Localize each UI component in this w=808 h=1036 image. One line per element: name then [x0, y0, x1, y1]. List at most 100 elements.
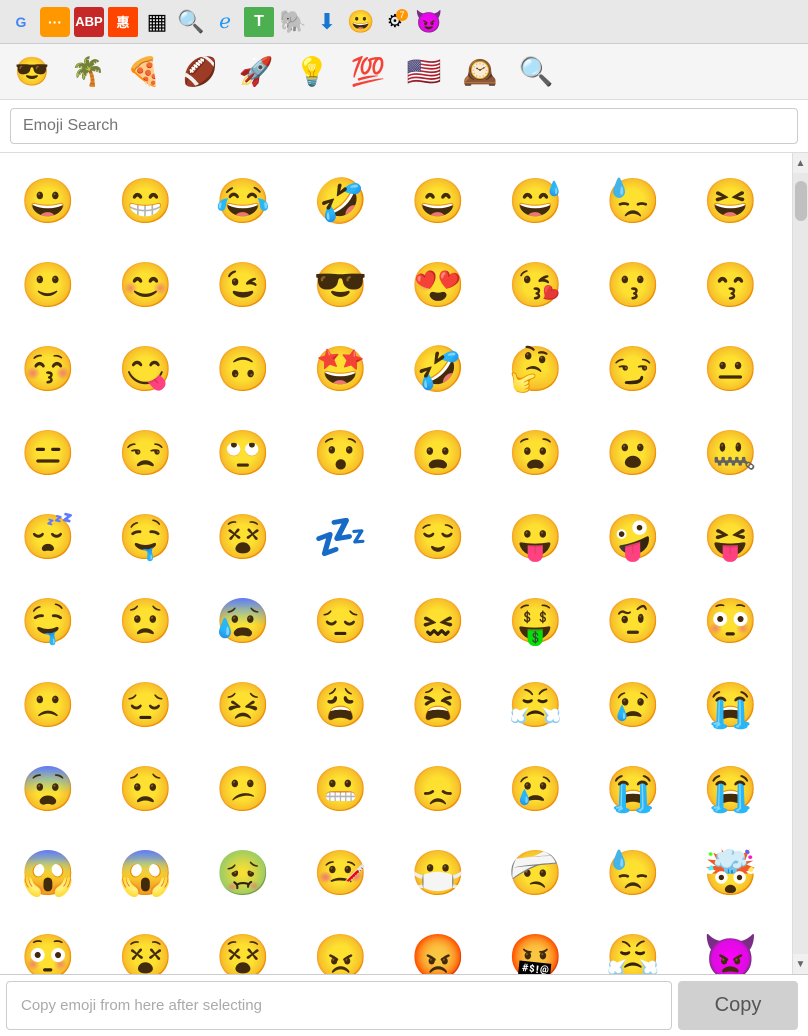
emoji-smile[interactable]: 😄: [398, 161, 478, 241]
emoji-cry[interactable]: 😢: [593, 665, 673, 745]
scroll-up-arrow[interactable]: ▲: [793, 153, 808, 173]
emoji-expressionless[interactable]: 😑: [8, 413, 88, 493]
emoji-laugh-sweat[interactable]: 🤣: [398, 329, 478, 409]
translate-icon[interactable]: T: [244, 7, 274, 37]
emoji-imp[interactable]: 👿: [691, 917, 771, 974]
emoji-zipper-mouth[interactable]: 🤐: [691, 413, 771, 493]
emoji-smile-face[interactable]: 😋: [106, 329, 186, 409]
emoji-bandage[interactable]: 🤕: [496, 833, 576, 913]
cat-symbols[interactable]: 💯: [344, 48, 392, 96]
emoji-grin[interactable]: 😁: [106, 161, 186, 241]
emoji-mask[interactable]: 😷: [398, 833, 478, 913]
cat-travel[interactable]: 🚀: [232, 48, 280, 96]
emoji-ext-icon[interactable]: 😀: [346, 7, 376, 37]
emoji-roll-eyes[interactable]: 🙄: [203, 413, 283, 493]
emoji-shocked[interactable]: 😵: [106, 917, 186, 974]
emoji-drool2[interactable]: 🤤: [8, 581, 88, 661]
cat-flags[interactable]: 🇺🇸: [400, 48, 448, 96]
emoji-tired-face[interactable]: 😩: [301, 665, 381, 745]
emoji-sob2[interactable]: 😭: [691, 749, 771, 829]
emoji-raised-eyebrow[interactable]: 🤨: [593, 581, 673, 661]
emoji-angry-red[interactable]: 😠: [301, 917, 381, 974]
emoji-loudcry[interactable]: 😭: [593, 749, 673, 829]
emoji-heart-eyes[interactable]: 😍: [398, 245, 478, 325]
badge-number-icon[interactable]: ⚙7: [380, 7, 410, 37]
emoji-scream[interactable]: 😱: [8, 833, 88, 913]
emoji-squint[interactable]: 😆: [691, 161, 771, 241]
copy-button[interactable]: Copy: [678, 981, 798, 1030]
emoji-star-struck[interactable]: 🤩: [301, 329, 381, 409]
emoji-neutral[interactable]: 😐: [691, 329, 771, 409]
cat-nature[interactable]: 🌴: [64, 48, 112, 96]
emoji-grimace[interactable]: 😬: [301, 749, 381, 829]
emoji-sweat-drop[interactable]: 😓: [593, 161, 673, 241]
emoji-dizzy[interactable]: 😵: [203, 497, 283, 577]
cat-activity[interactable]: 🏈: [176, 48, 224, 96]
emoji-frowning[interactable]: 😦: [398, 413, 478, 493]
emoji-scream2[interactable]: 😱: [106, 833, 186, 913]
cat-faces[interactable]: 😎: [8, 48, 56, 96]
evernote-icon[interactable]: 🐘: [278, 7, 308, 37]
emoji-explode[interactable]: 🤯: [691, 833, 771, 913]
emoji-concerned[interactable]: 😟: [106, 581, 186, 661]
emoji-kiss[interactable]: 😘: [496, 245, 576, 325]
emoji-sweat-smile[interactable]: 😅: [496, 161, 576, 241]
download-icon[interactable]: ⬇: [312, 7, 342, 37]
emoji-pouting[interactable]: 😡: [398, 917, 478, 974]
qr-icon[interactable]: ▦: [142, 7, 172, 37]
emoji-pensive[interactable]: 😔: [301, 581, 381, 661]
emoji-fearful[interactable]: 😨: [8, 749, 88, 829]
emoji-drooling[interactable]: 🤤: [106, 497, 186, 577]
emoji-nausea[interactable]: 🤢: [203, 833, 283, 913]
emoji-confuse[interactable]: 😕: [203, 749, 283, 829]
emoji-tongue[interactable]: 😛: [496, 497, 576, 577]
emoji-moneymouth[interactable]: 🤑: [496, 581, 576, 661]
emoji-weary[interactable]: 😫: [398, 665, 478, 745]
emoji-cry2[interactable]: 😢: [496, 749, 576, 829]
emoji-hushed[interactable]: 😯: [301, 413, 381, 493]
emoji-kissing[interactable]: 😗: [593, 245, 673, 325]
cat-objects[interactable]: 💡: [288, 48, 336, 96]
emoji-wide-eye[interactable]: 😳: [8, 917, 88, 974]
emoji-slight-frown[interactable]: 🙁: [8, 665, 88, 745]
taobao-icon[interactable]: 惠: [108, 7, 138, 37]
cat-clock[interactable]: 🕰️: [456, 48, 504, 96]
search-input[interactable]: [10, 108, 798, 144]
emoji-thinking[interactable]: 🤔: [496, 329, 576, 409]
emoji-kissing-heart[interactable]: 😚: [8, 329, 88, 409]
scrollbar[interactable]: ▲ ▼: [792, 153, 808, 974]
google-icon[interactable]: G: [6, 7, 36, 37]
emoji-wink[interactable]: 😉: [203, 245, 283, 325]
emoji-blush[interactable]: 😊: [106, 245, 186, 325]
emoji-smirk[interactable]: 😏: [593, 329, 673, 409]
emoji-steam[interactable]: 🤬: [496, 917, 576, 974]
emoji-wacky[interactable]: 🤪: [593, 497, 673, 577]
emoji-confounded[interactable]: 😖: [398, 581, 478, 661]
emoji-unamused[interactable]: 😒: [106, 413, 186, 493]
emoji-anguished[interactable]: 😧: [496, 413, 576, 493]
emoji-xeyes[interactable]: 😵: [203, 917, 283, 974]
adblock-icon[interactable]: ABP: [74, 7, 104, 37]
emoji-flushed[interactable]: 😳: [691, 581, 771, 661]
emoji-persevere[interactable]: 😣: [203, 665, 283, 745]
emoji-zzz[interactable]: 💤: [301, 497, 381, 577]
emoji-grinning[interactable]: 😀: [8, 161, 88, 241]
emoji-open-mouth[interactable]: 😮: [593, 413, 673, 493]
face-devil-icon[interactable]: 😈: [414, 7, 444, 37]
emoji-sick[interactable]: 🤒: [301, 833, 381, 913]
emoji-sob[interactable]: 😭: [691, 665, 771, 745]
emoji-sad[interactable]: 😔: [106, 665, 186, 745]
emoji-joy[interactable]: 😂: [203, 161, 283, 241]
emoji-tongue-squint[interactable]: 😝: [691, 497, 771, 577]
emoji-cold-sweat[interactable]: 😰: [203, 581, 283, 661]
emoji-disappointed[interactable]: 😞: [398, 749, 478, 829]
search-circle-icon[interactable]: 🔍: [176, 7, 206, 37]
emoji-worried[interactable]: 😟: [106, 749, 186, 829]
emoji-grid-container[interactable]: 😀 😁 😂 🤣 😄 😅 😓 😆 🙂 😊 😉 😎 😍 😘 😗 😙 😚 😋 🙃 🤩 …: [0, 153, 792, 974]
menu-icon[interactable]: ···: [40, 7, 70, 37]
cat-food[interactable]: 🍕: [120, 48, 168, 96]
emoji-upside-down[interactable]: 🙃: [203, 329, 283, 409]
emoji-slight-smile[interactable]: 🙂: [8, 245, 88, 325]
emoji-relieved[interactable]: 😌: [398, 497, 478, 577]
emoji-rage[interactable]: 😤: [496, 665, 576, 745]
